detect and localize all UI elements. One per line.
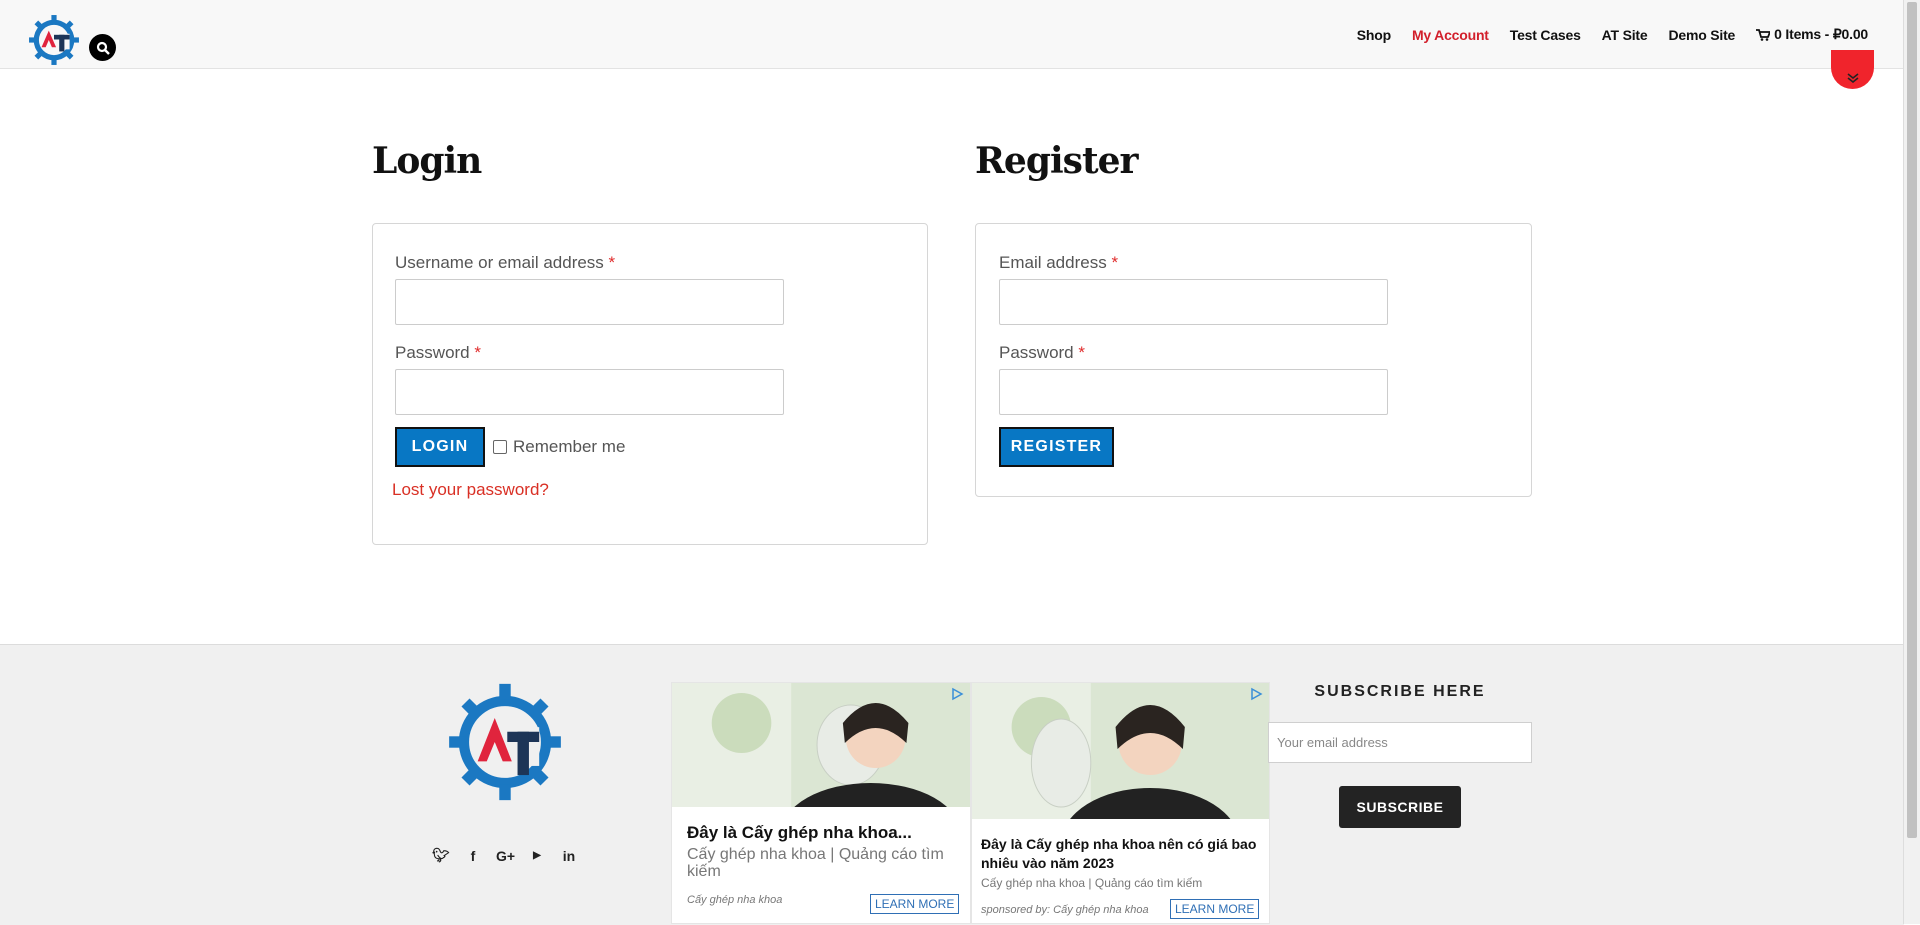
search-icon — [96, 41, 110, 55]
register-password-label-text: Password — [999, 343, 1074, 362]
facebook-icon[interactable]: f — [464, 848, 482, 864]
twitter-icon[interactable]: 🐦︎ — [432, 847, 450, 864]
remember-me-label: Remember me — [513, 437, 626, 456]
nav-test-cases[interactable]: Test Cases — [1510, 27, 1581, 43]
ad-subtitle: Cấy ghép nha khoa | Quảng cáo tìm kiếm — [687, 846, 944, 880]
ad-image — [972, 683, 1269, 819]
required-mark: * — [1111, 253, 1119, 272]
nav-demo-site[interactable]: Demo Site — [1668, 27, 1735, 43]
register-password-label: Password * — [999, 343, 1085, 363]
cart-icon — [1756, 28, 1771, 41]
scrollbar-thumb[interactable] — [1907, 2, 1917, 838]
google-plus-icon[interactable]: G+ — [496, 848, 515, 864]
login-title: Login — [372, 140, 482, 182]
scroll-down-button[interactable] — [1831, 50, 1874, 89]
ad-subtitle: Cấy ghép nha khoa | Quảng cáo tìm kiếm — [981, 876, 1203, 890]
required-mark: * — [608, 253, 616, 272]
site-header: Shop My Account Test Cases AT Site Demo … — [0, 0, 1904, 69]
main-nav: Shop My Account Test Cases AT Site Demo … — [1357, 26, 1868, 43]
required-mark: * — [1078, 343, 1085, 362]
nav-at-site[interactable]: AT Site — [1602, 27, 1648, 43]
login-password-input[interactable] — [395, 369, 784, 415]
scrollbar[interactable] — [1903, 0, 1920, 924]
ad-choices-icon[interactable] — [950, 687, 964, 701]
social-links: 🐦︎ f G+ ▶ in — [432, 847, 578, 864]
login-password-label-text: Password — [395, 343, 470, 362]
ad-choices-icon[interactable] — [1249, 687, 1263, 701]
learn-more-button[interactable]: LEARN MORE — [1170, 899, 1260, 919]
footer-logo — [449, 683, 561, 801]
subscribe-title: SUBSCRIBE HERE — [1314, 683, 1486, 700]
username-input[interactable] — [395, 279, 784, 325]
site-logo[interactable] — [28, 14, 80, 66]
learn-more-button[interactable]: LEARN MORE — [870, 894, 960, 914]
cart-summary: 0 Items - ₽0.00 — [1774, 26, 1868, 42]
email-label: Email address * — [999, 253, 1118, 273]
subscribe-button[interactable]: SUBSCRIBE — [1339, 786, 1461, 828]
ad-unit-1[interactable]: Đây là Cấy ghép nha khoa... Cấy ghép nha… — [671, 682, 971, 924]
ad-sponsor: Cấy ghép nha khoa — [687, 894, 783, 906]
username-label-text: Username or email address — [395, 253, 604, 272]
register-password-input[interactable] — [999, 369, 1388, 415]
required-mark: * — [474, 343, 481, 362]
double-chevron-down-icon — [1847, 73, 1858, 83]
linkedin-icon[interactable]: in — [560, 848, 578, 864]
ad-title[interactable]: Đây là Cấy ghép nha khoa... — [687, 823, 962, 843]
nav-my-account[interactable]: My Account — [1412, 27, 1489, 43]
login-button[interactable]: LOGIN — [395, 427, 485, 467]
nav-shop[interactable]: Shop — [1357, 27, 1391, 43]
ad-image — [672, 683, 970, 807]
subscribe-email-input[interactable]: Your email address — [1268, 722, 1532, 763]
lost-password-link[interactable]: Lost your password? — [392, 480, 549, 500]
ad-title[interactable]: Đây là Cấy ghép nha khoa nên có giá bao … — [981, 835, 1266, 873]
username-label: Username or email address * — [395, 253, 615, 273]
email-label-text: Email address — [999, 253, 1107, 272]
login-password-label: Password * — [395, 343, 481, 363]
youtube-icon[interactable]: ▶ — [528, 850, 546, 861]
remember-me-checkbox[interactable] — [493, 440, 507, 454]
ad-unit-2[interactable]: Đây là Cấy ghép nha khoa nên có giá bao … — [971, 682, 1270, 924]
register-button[interactable]: REGISTER — [999, 427, 1114, 467]
remember-me[interactable]: Remember me — [493, 437, 625, 457]
register-title: Register — [975, 140, 1138, 182]
cart-link[interactable]: 0 Items - ₽0.00 — [1756, 26, 1868, 43]
ad-sponsor: sponsored by: Cấy ghép nha khoa — [981, 904, 1149, 916]
search-button[interactable] — [89, 34, 116, 61]
register-email-input[interactable] — [999, 279, 1388, 325]
